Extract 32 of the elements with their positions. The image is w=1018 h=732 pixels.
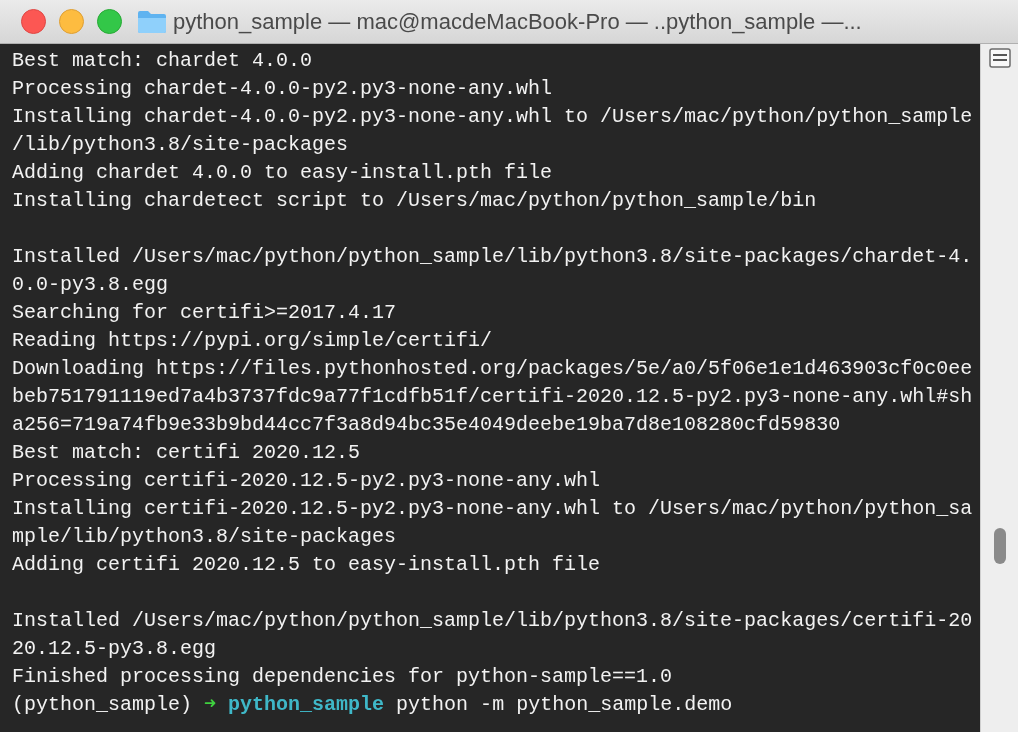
scrollbar-thumb[interactable] — [993, 528, 1006, 564]
minimize-button[interactable] — [59, 9, 84, 34]
prompt-env: (python_sample) — [12, 692, 193, 718]
output-line: 20.12.5-py3.8.egg — [12, 636, 217, 662]
output-line: Reading https://pypi.org/simple/certifi/ — [12, 328, 493, 354]
output-line: Processing certifi-2020.12.5-py2.py3-none-any.whl — [12, 468, 601, 494]
prompt-command: python -m python_sample.demo — [396, 692, 733, 718]
output-line: a256=719a74fb9e33b9bd44cc7f3a8d94bc35e4049deebe19ba7d8e108280cfd59830 — [12, 412, 841, 438]
split-pane-icon[interactable] — [988, 48, 1011, 68]
folder-icon — [137, 9, 167, 34]
output-line: Downloading https://files.pythonhosted.org/packages/5e/a0/5f06e1e1d463903cf0c0ee — [12, 356, 973, 382]
output-line: Processing chardet-4.0.0-py2.py3-none-any.whl — [12, 76, 553, 102]
prompt-directory: python_sample — [228, 692, 385, 718]
output-line: Installed /Users/mac/python/python_sample/lib/python3.8/site-packages/chardet-4. — [12, 244, 973, 270]
output-line: Searching for certifi>=2017.4.17 — [12, 300, 397, 326]
output-line: Best match: certifi 2020.12.5 — [12, 440, 361, 466]
output-line: Adding certifi 2020.12.5 to easy-install.pth file — [12, 552, 601, 578]
output-line: 0.0-py3.8.egg — [12, 272, 169, 298]
close-button[interactable] — [21, 9, 46, 34]
output-line: mple/lib/python3.8/site-packages — [12, 524, 397, 550]
output-line: Installed /Users/mac/python/python_sample/lib/python3.8/site-packages/certifi-20 — [12, 608, 973, 634]
output-line: Adding chardet 4.0.0 to easy-install.pth file — [12, 160, 553, 186]
output-line: Installing certifi-2020.12.5-py2.py3-none-any.whl to /Users/mac/python/python_sa — [12, 496, 973, 522]
output-line: Best match: chardet 4.0.0 — [12, 48, 313, 74]
output-line: beb751791119ed7a4b3737fdc9a77f1cdfb51f/certifi-2020.12.5-py2.py3-none-any.whl#sh — [12, 384, 973, 410]
output-line: Finished processing dependencies for python-sample==1.0 — [12, 664, 673, 690]
zoom-button[interactable] — [97, 9, 122, 34]
prompt-arrow: ➜ — [204, 692, 217, 718]
window-title: python_sample — mac@macdeMacBook-Pro — ..python_sample —... — [173, 8, 862, 36]
output-line: Installing chardetect script to /Users/mac/python/python_sample/bin — [12, 188, 817, 214]
output-line: Installing chardet-4.0.0-py2.py3-none-any.whl to /Users/mac/python/python_sample — [12, 104, 973, 130]
output-line: /lib/python3.8/site-packages — [12, 132, 349, 158]
